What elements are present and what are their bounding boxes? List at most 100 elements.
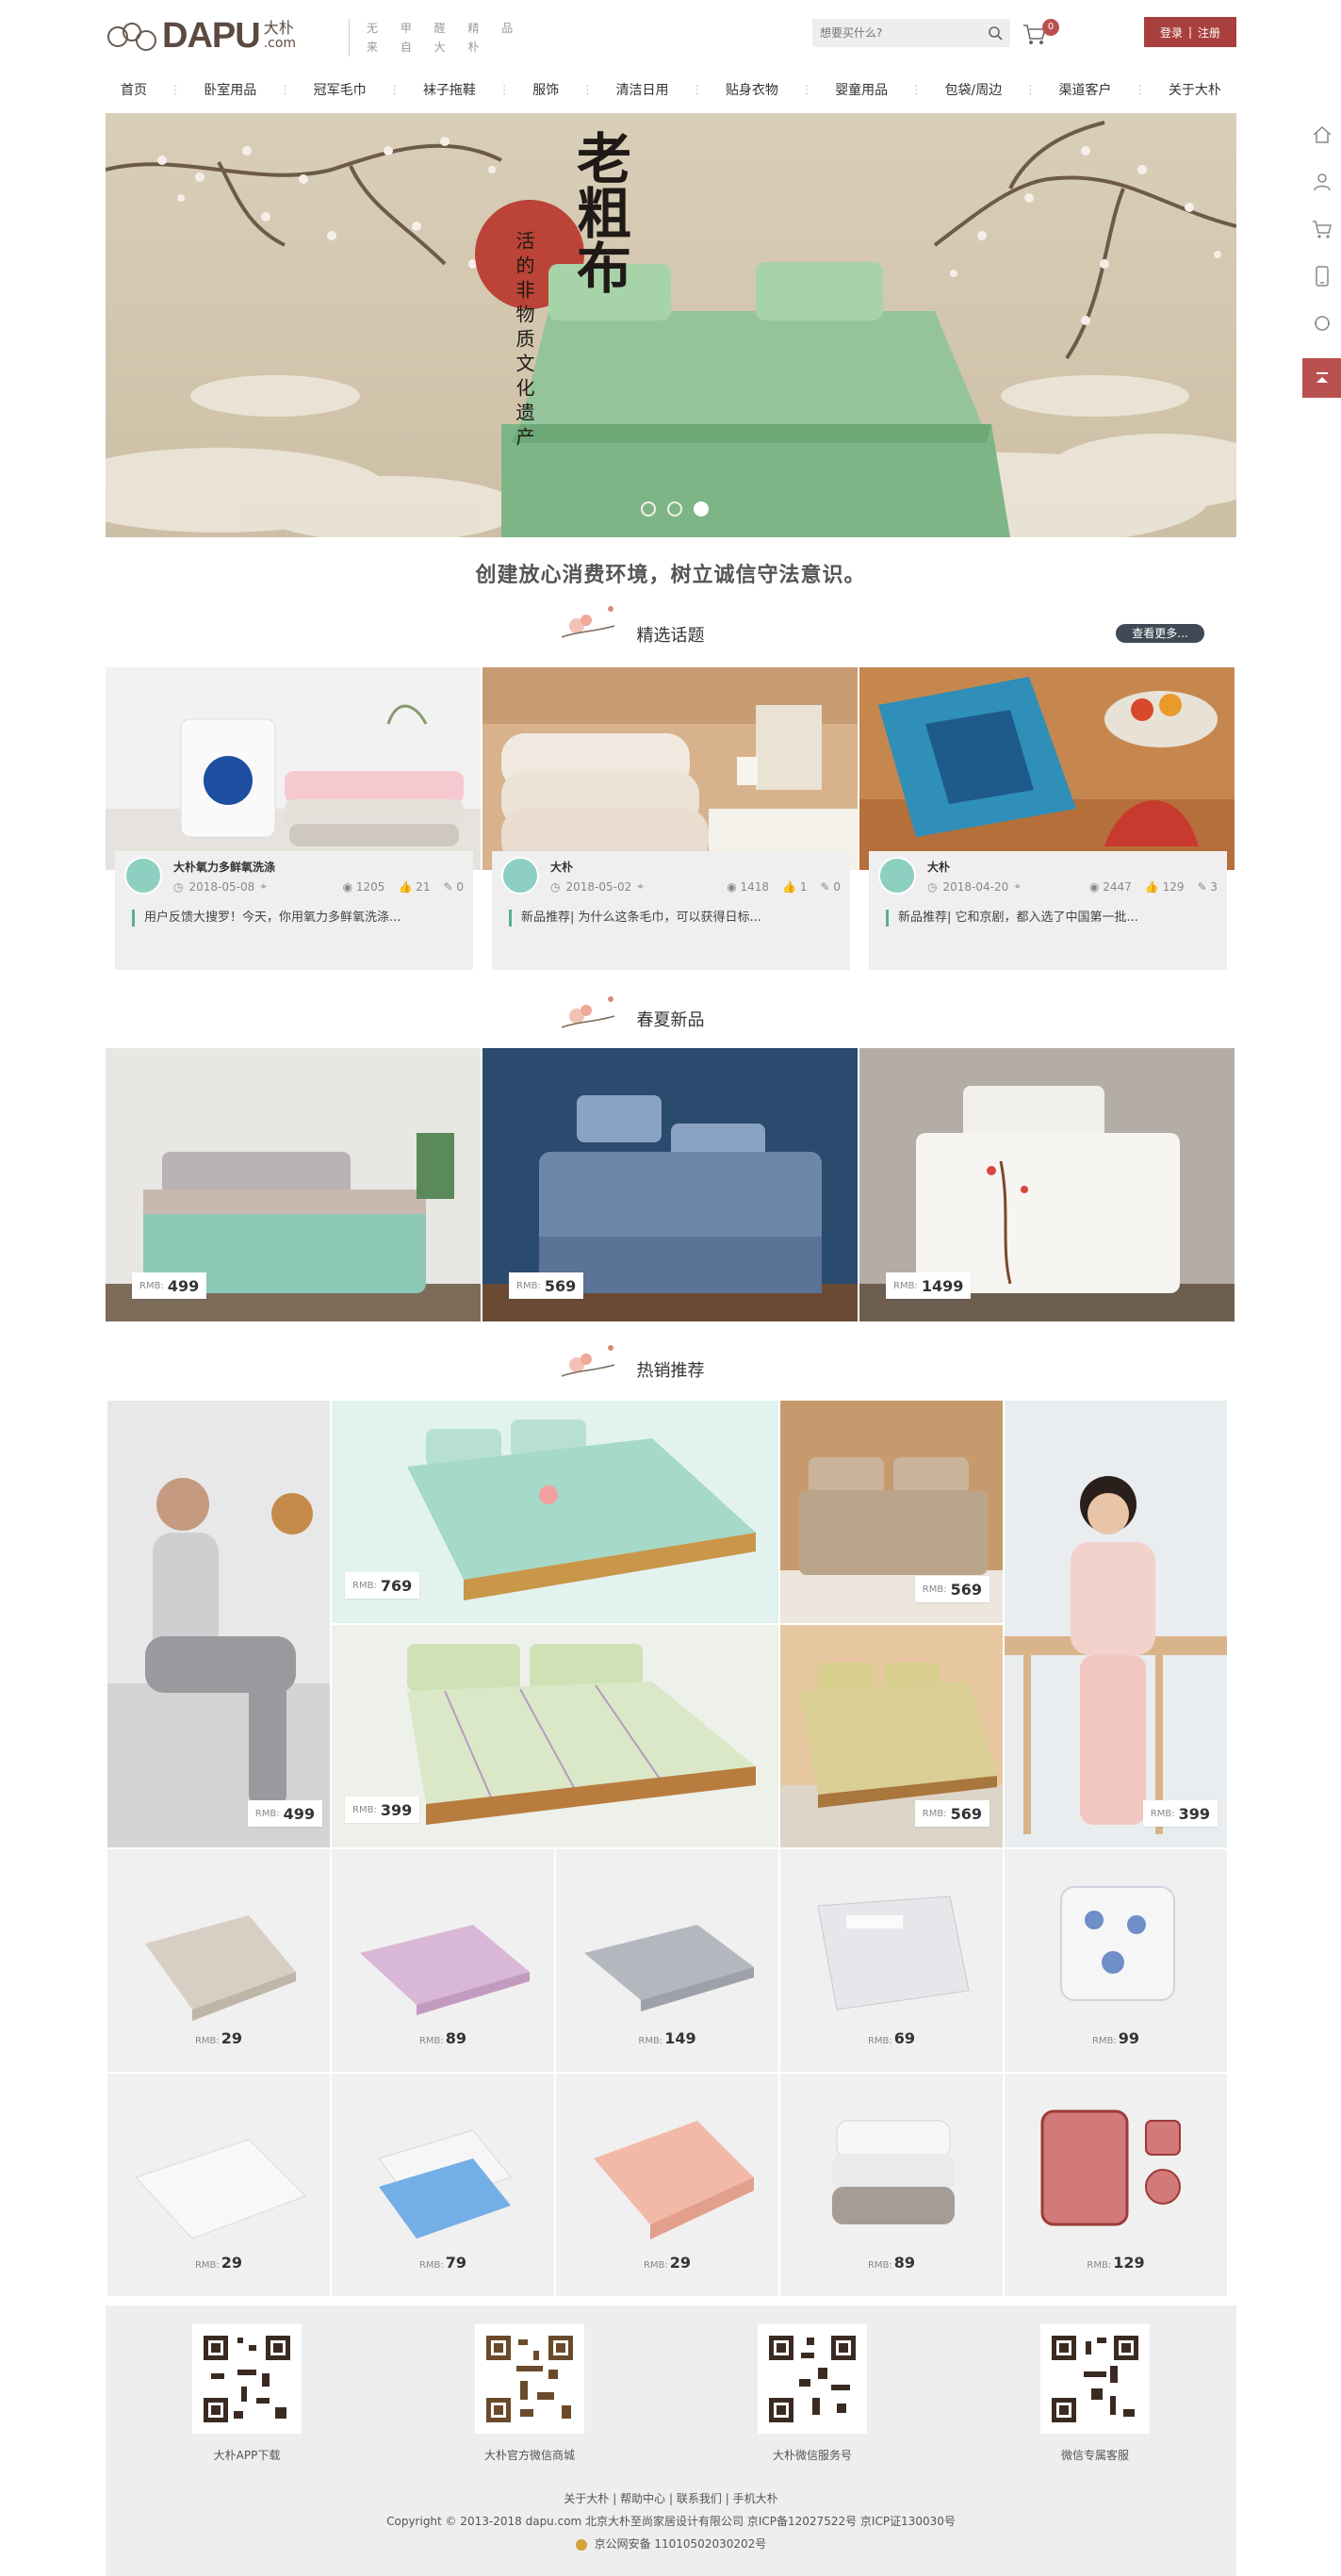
banner-dot-1[interactable] (641, 501, 656, 517)
more-topics-button[interactable]: 查看更多... (1116, 624, 1204, 643)
tagline: 创建放心消费环境，树立诚信守法意识。 (475, 564, 866, 587)
topic-image (106, 667, 481, 870)
section-title-hot: 热销推荐 (636, 1361, 705, 1381)
topic-card[interactable]: 大朴氧力多鲜氧洗涤 ◷ 2018-05-08 ⌖ ◉ 1205 👍 21 ✎ 0… (106, 667, 481, 975)
nav-home[interactable]: 首页 (121, 80, 147, 99)
footer-link-help[interactable]: 帮助中心 (620, 2492, 665, 2505)
product-card[interactable]: RMB: 1499 (859, 1048, 1235, 1321)
topic-excerpt[interactable]: 新品推荐| 它和京剧，都入选了中国第一批... (886, 910, 1214, 927)
product-image (1005, 1401, 1227, 1847)
phone-icon[interactable] (1302, 253, 1341, 300)
product-card[interactable]: RMB: 69 (780, 1849, 1003, 2072)
nav-underwear[interactable]: 贴身衣物 (726, 80, 778, 99)
qr-label: 大朴APP下载 (213, 2449, 281, 2462)
location-icon: ⌖ (637, 879, 644, 893)
back-to-top-icon[interactable] (1302, 358, 1341, 398)
price-tag: RMB: 1499 (886, 1272, 972, 1299)
banner-image (106, 113, 1236, 537)
login-link[interactable]: 登录 (1160, 25, 1183, 41)
user-icon[interactable] (1302, 158, 1341, 205)
likes-icon[interactable]: 👍 1 (782, 880, 807, 894)
footer-link-mobile[interactable]: 手机大朴 (733, 2492, 778, 2505)
product-card[interactable]: RMB: 29 (107, 2074, 330, 2296)
topic-image (859, 667, 1235, 870)
nav-bedroom[interactable]: 卧室用品 (204, 80, 256, 99)
topic-card[interactable]: 大朴 ◷ 2018-05-02 ⌖ ◉ 1418 👍 1 ✎ 0 新品推荐| 为… (482, 667, 858, 975)
product-card[interactable]: RMB: 29 (556, 2074, 778, 2296)
product-card[interactable]: RMB: 569 (780, 1401, 1003, 1623)
product-card[interactable]: RMB: 499 (106, 1048, 481, 1321)
likes-icon[interactable]: 👍 129 (1145, 880, 1185, 894)
logo-cn: 大朴 .com (263, 19, 297, 52)
product-card[interactable]: RMB: 129 (1005, 2074, 1227, 2296)
product-card[interactable]: RMB: 149 (556, 1849, 778, 2072)
author-avatar[interactable] (501, 857, 539, 894)
register-link[interactable]: 注册 (1198, 25, 1220, 41)
topic-excerpt[interactable]: 新品推荐| 为什么这条毛巾，可以获得日标... (509, 910, 837, 927)
product-card[interactable]: RMB: 89 (780, 2074, 1003, 2296)
product-card[interactable]: RMB: 99 (1005, 1849, 1227, 2072)
topic-author[interactable]: 大朴 (550, 859, 573, 875)
cart-icon[interactable] (1302, 205, 1341, 253)
nav-cleaning[interactable]: 清洁日用 (616, 80, 669, 99)
logo-text: DAPU (162, 15, 261, 56)
topic-info: 大朴 ◷ 2018-04-20 ⌖ ◉ 2447 👍 129 ✎ 3 新品推荐|… (869, 851, 1227, 970)
product-card[interactable]: RMB: 29 (107, 1849, 330, 2072)
product-price: RMB: 89 (418, 2029, 467, 2047)
author-avatar[interactable] (124, 857, 162, 894)
nav-apparel[interactable]: 服饰 (532, 80, 559, 99)
main-nav: 首页 ⋮ 卧室用品 ⋮ 冠军毛巾 ⋮ 袜子拖鞋 ⋮ 服饰 ⋮ 清洁日用 ⋮ 贴身衣物 ⋮ 婴童… (106, 74, 1236, 106)
qr-customer-service[interactable]: 微信专属客服 (1040, 2324, 1150, 2463)
nav-socks-slippers[interactable]: 袜子拖鞋 (423, 80, 476, 99)
nav-about[interactable]: 关于大朴 (1169, 80, 1221, 99)
author-avatar[interactable] (878, 857, 916, 894)
nav-towels[interactable]: 冠军毛巾 (314, 80, 367, 99)
service-icon[interactable] (1302, 300, 1341, 347)
product-card[interactable]: RMB: 79 (332, 2074, 554, 2296)
footer-link-contact[interactable]: 联系我们 (677, 2492, 722, 2505)
price-tag: RMB: 569 (914, 1800, 989, 1827)
qr-wechat-mall[interactable]: 大朴官方微信商城 (475, 2324, 584, 2463)
qr-service-account[interactable]: 大朴微信服务号 (758, 2324, 867, 2463)
search-icon[interactable] (988, 25, 1003, 41)
product-card[interactable]: RMB: 769 (332, 1401, 778, 1623)
nav-bags[interactable]: 包袋/周边 (945, 80, 1003, 99)
home-icon[interactable] (1302, 111, 1341, 158)
clock-icon: ◷ (173, 879, 184, 894)
product-card[interactable]: RMB: 499 (107, 1401, 330, 1847)
banner-subtitle: 活的非物质文化遗产 (513, 231, 535, 451)
footer-link-about[interactable]: 关于大朴 (564, 2492, 609, 2505)
likes-icon[interactable]: 👍 21 (398, 880, 430, 894)
qr-code-icon (475, 2324, 584, 2434)
logo-flower-icon (106, 19, 158, 53)
logo[interactable]: DAPU 大朴 .com (106, 15, 297, 56)
banner-dot-3[interactable] (694, 501, 709, 517)
nav-channel[interactable]: 渠道客户 (1059, 80, 1112, 99)
search-input[interactable] (812, 19, 973, 47)
topic-excerpt[interactable]: 用户反馈大搜罗！今天，你用氧力多鲜氧洗涤... (132, 910, 460, 927)
topic-card[interactable]: 大朴 ◷ 2018-04-20 ⌖ ◉ 2447 👍 129 ✎ 3 新品推荐|… (859, 667, 1235, 975)
qr-app[interactable]: 大朴APP下载 (192, 2324, 302, 2463)
footer: 大朴APP下载 大朴官方微信商城 大朴微信服务号 微信专属客服 关于大朴 | 帮… (106, 2305, 1236, 2576)
product-card[interactable]: RMB: 569 (482, 1048, 858, 1321)
topic-date: 2018-05-08 (188, 879, 255, 894)
banner-dot-2[interactable] (667, 501, 682, 517)
product-card[interactable]: RMB: 399 (1005, 1401, 1227, 1847)
nav-baby[interactable]: 婴童用品 (835, 80, 888, 99)
topic-info: 大朴氧力多鲜氧洗涤 ◷ 2018-05-08 ⌖ ◉ 1205 👍 21 ✎ 0… (115, 851, 473, 970)
views-icon: ◉ 1418 (727, 879, 770, 894)
product-price: RMB: 69 (867, 2029, 916, 2047)
section-title-spring: 春夏新品 (636, 1010, 705, 1030)
product-price: RMB: 79 (418, 2254, 467, 2272)
topic-author[interactable]: 大朴氧力多鲜氧洗涤 (173, 859, 275, 875)
product-card[interactable]: RMB: 569 (780, 1625, 1003, 1847)
comments-icon[interactable]: ✎ 3 (1197, 880, 1218, 894)
product-price: RMB: 29 (194, 2029, 243, 2047)
product-card[interactable]: RMB: 399 (332, 1625, 778, 1847)
hero-banner[interactable]: 老粗布 活的非物质文化遗产 (106, 113, 1236, 537)
price-tag: RMB: 569 (509, 1272, 584, 1299)
comments-icon[interactable]: ✎ 0 (820, 880, 841, 894)
product-card[interactable]: RMB: 89 (332, 1849, 554, 2072)
topic-author[interactable]: 大朴 (927, 859, 950, 875)
comments-icon[interactable]: ✎ 0 (443, 880, 464, 894)
